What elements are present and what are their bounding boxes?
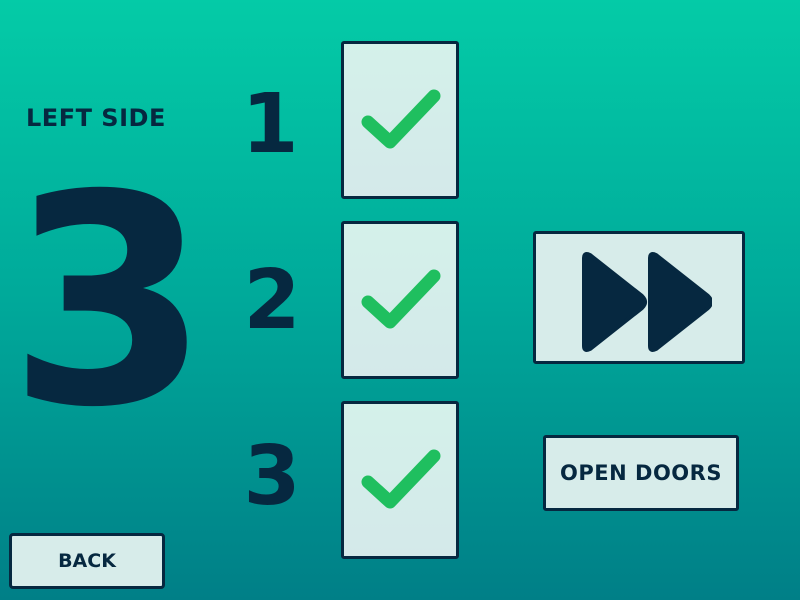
checkmark-icon [361, 269, 441, 329]
selected-side-number: 3 [8, 134, 210, 471]
row-number-2: 2 [243, 253, 301, 348]
side-label: LEFT SIDE [26, 104, 166, 132]
checkmark-icon [361, 89, 441, 149]
row-number-1: 1 [241, 77, 299, 172]
back-button[interactable]: BACK [9, 533, 165, 589]
checkbox-3[interactable] [341, 401, 459, 559]
checkbox-2[interactable] [341, 221, 459, 379]
checkmark-icon [361, 449, 441, 509]
fast-forward-icon [582, 252, 712, 352]
row-number-3: 3 [243, 429, 301, 524]
fast-forward-button[interactable] [533, 231, 745, 364]
open-doors-button[interactable]: OPEN DOORS [543, 435, 739, 511]
checkbox-1[interactable] [341, 41, 459, 199]
